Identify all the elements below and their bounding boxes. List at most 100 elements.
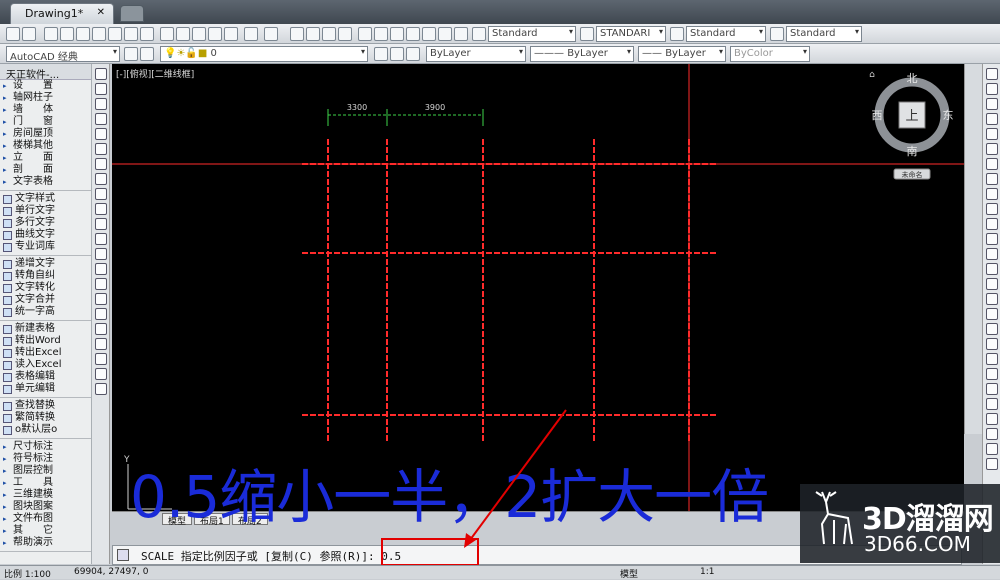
- modify-tool-icon[interactable]: [986, 203, 998, 215]
- side-menu-item[interactable]: ▸ 符号标注: [0, 453, 91, 465]
- zoom-window-icon[interactable]: [322, 27, 336, 41]
- save-icon[interactable]: [76, 27, 90, 41]
- side-menu-item[interactable]: 多行文字: [0, 217, 91, 229]
- make-current-layer-icon[interactable]: [374, 47, 388, 61]
- modify-tool-icon[interactable]: [986, 233, 998, 245]
- paste-icon[interactable]: [192, 27, 206, 41]
- properties-icon[interactable]: [358, 27, 372, 41]
- draw-tool-icon[interactable]: [95, 308, 107, 320]
- match-prop-icon[interactable]: [208, 27, 222, 41]
- viewcube[interactable]: 上 北 南 东 西 ⌂ 未命名: [869, 70, 954, 180]
- draw-tool-icon[interactable]: [95, 323, 107, 335]
- side-menu-item[interactable]: 查找替换: [0, 400, 91, 412]
- modify-tool-icon[interactable]: [986, 143, 998, 155]
- layer-previous-icon[interactable]: [390, 47, 404, 61]
- draw-tool-icon[interactable]: [95, 113, 107, 125]
- draw-tool-icon[interactable]: [95, 218, 107, 230]
- side-menu-item[interactable]: ▸ 设 置: [0, 80, 91, 92]
- modify-tool-icon[interactable]: [986, 68, 998, 80]
- new-tab-button[interactable]: [120, 5, 144, 22]
- side-menu-item[interactable]: ▸ 墙 体: [0, 104, 91, 116]
- 3d-publish-icon[interactable]: [140, 27, 154, 41]
- modify-tool-icon[interactable]: [986, 398, 998, 410]
- tianzheng-icon[interactable]: [22, 27, 36, 41]
- draw-tool-icon[interactable]: [95, 338, 107, 350]
- new-file-icon[interactable]: [44, 27, 58, 41]
- cut-icon[interactable]: [160, 27, 174, 41]
- draw-tool-icon[interactable]: [95, 158, 107, 170]
- modify-tool-icon[interactable]: [986, 428, 998, 440]
- sheet-set-icon[interactable]: [406, 27, 420, 41]
- side-menu-item[interactable]: 文字样式: [0, 193, 91, 205]
- side-menu-item[interactable]: 单元编辑: [0, 383, 91, 395]
- help-icon[interactable]: [454, 27, 468, 41]
- side-menu-item[interactable]: ▸ 其 它: [0, 525, 91, 537]
- modify-tool-icon[interactable]: [986, 323, 998, 335]
- block-editor-icon[interactable]: [224, 27, 238, 41]
- drawing-canvas[interactable]: [-][俯视][二维线框] 3300 3900 Y 上 北 南 东 西 ⌂ 未命…: [112, 64, 964, 511]
- modify-tool-icon[interactable]: [986, 443, 998, 455]
- side-menu-item[interactable]: 表格编辑: [0, 371, 91, 383]
- modify-tool-icon[interactable]: [986, 458, 998, 470]
- side-menu-item[interactable]: ▸ 剖 面: [0, 164, 91, 176]
- side-menu-item[interactable]: 递增文字: [0, 258, 91, 270]
- zoom-previous-icon[interactable]: [338, 27, 352, 41]
- redo-icon[interactable]: [264, 27, 278, 41]
- layer-manager-icon[interactable]: [140, 47, 154, 61]
- modify-tool-icon[interactable]: [986, 173, 998, 185]
- modify-tool-icon[interactable]: [986, 278, 998, 290]
- modify-tool-icon[interactable]: [986, 248, 998, 260]
- close-tab-icon[interactable]: ✕: [97, 7, 105, 18]
- draw-tool-icon[interactable]: [95, 233, 107, 245]
- draw-tool-icon[interactable]: [95, 278, 107, 290]
- draw-tool-icon[interactable]: [95, 68, 107, 80]
- draw-tool-icon[interactable]: [95, 188, 107, 200]
- side-menu-item[interactable]: 单行文字: [0, 205, 91, 217]
- draw-tool-icon[interactable]: [95, 263, 107, 275]
- draw-tool-icon[interactable]: [95, 128, 107, 140]
- model-space-button[interactable]: 模型: [620, 567, 638, 580]
- modify-tool-icon[interactable]: [986, 293, 998, 305]
- draw-tool-icon[interactable]: [95, 173, 107, 185]
- side-menu-item[interactable]: ▸ 立 面: [0, 152, 91, 164]
- print-icon[interactable]: [92, 27, 106, 41]
- side-menu-item[interactable]: ▸ 帮助演示: [0, 537, 91, 549]
- modify-tool-icon[interactable]: [986, 368, 998, 380]
- modify-tool-icon[interactable]: [986, 113, 998, 125]
- app-icon[interactable]: [6, 27, 20, 41]
- publish-icon[interactable]: [124, 27, 138, 41]
- table-style-select[interactable]: Standard ▾: [686, 26, 766, 42]
- side-menu-item[interactable]: ▸ 工 具: [0, 477, 91, 489]
- side-menu-item[interactable]: 曲线文字: [0, 229, 91, 241]
- mleader-style-select[interactable]: Standard ▾: [786, 26, 862, 42]
- draw-tool-icon[interactable]: [95, 368, 107, 380]
- home-icon[interactable]: ⌂: [869, 70, 875, 80]
- markup-icon[interactable]: [422, 27, 436, 41]
- workspace-select[interactable]: AutoCAD 经典 ▾: [6, 46, 120, 62]
- modify-tool-icon[interactable]: [986, 308, 998, 320]
- viewcube-south[interactable]: 南: [907, 145, 918, 158]
- side-menu-item[interactable]: ▸ 三维建模: [0, 489, 91, 501]
- pan-icon[interactable]: [290, 27, 304, 41]
- calculator-icon[interactable]: [438, 27, 452, 41]
- draw-tool-icon[interactable]: [95, 98, 107, 110]
- side-menu-item[interactable]: o默认层o: [0, 424, 91, 436]
- modify-tool-icon[interactable]: [986, 128, 998, 140]
- draw-tool-icon[interactable]: [95, 248, 107, 260]
- draw-tool-icon[interactable]: [95, 353, 107, 365]
- modify-tool-icon[interactable]: [986, 188, 998, 200]
- side-menu-item[interactable]: 统一字高: [0, 306, 91, 318]
- side-menu-item[interactable]: 转角自纠: [0, 270, 91, 282]
- annotation-scale[interactable]: 比例 1:100: [4, 567, 51, 580]
- undo-icon[interactable]: [244, 27, 258, 41]
- modify-tool-icon[interactable]: [986, 383, 998, 395]
- workspace-settings-icon[interactable]: [124, 47, 138, 61]
- mleader-style-icon[interactable]: [770, 27, 784, 41]
- viewcube-west[interactable]: 西: [872, 109, 883, 122]
- side-menu-item[interactable]: 文字合并: [0, 294, 91, 306]
- viewcube-north[interactable]: 北: [907, 72, 918, 85]
- side-menu-item[interactable]: ▸ 门 窗: [0, 116, 91, 128]
- color-select[interactable]: ByLayer ▾: [426, 46, 526, 62]
- side-menu-item[interactable]: ▸ 文字表格: [0, 176, 91, 188]
- side-menu-item[interactable]: ▸ 尺寸标注: [0, 441, 91, 453]
